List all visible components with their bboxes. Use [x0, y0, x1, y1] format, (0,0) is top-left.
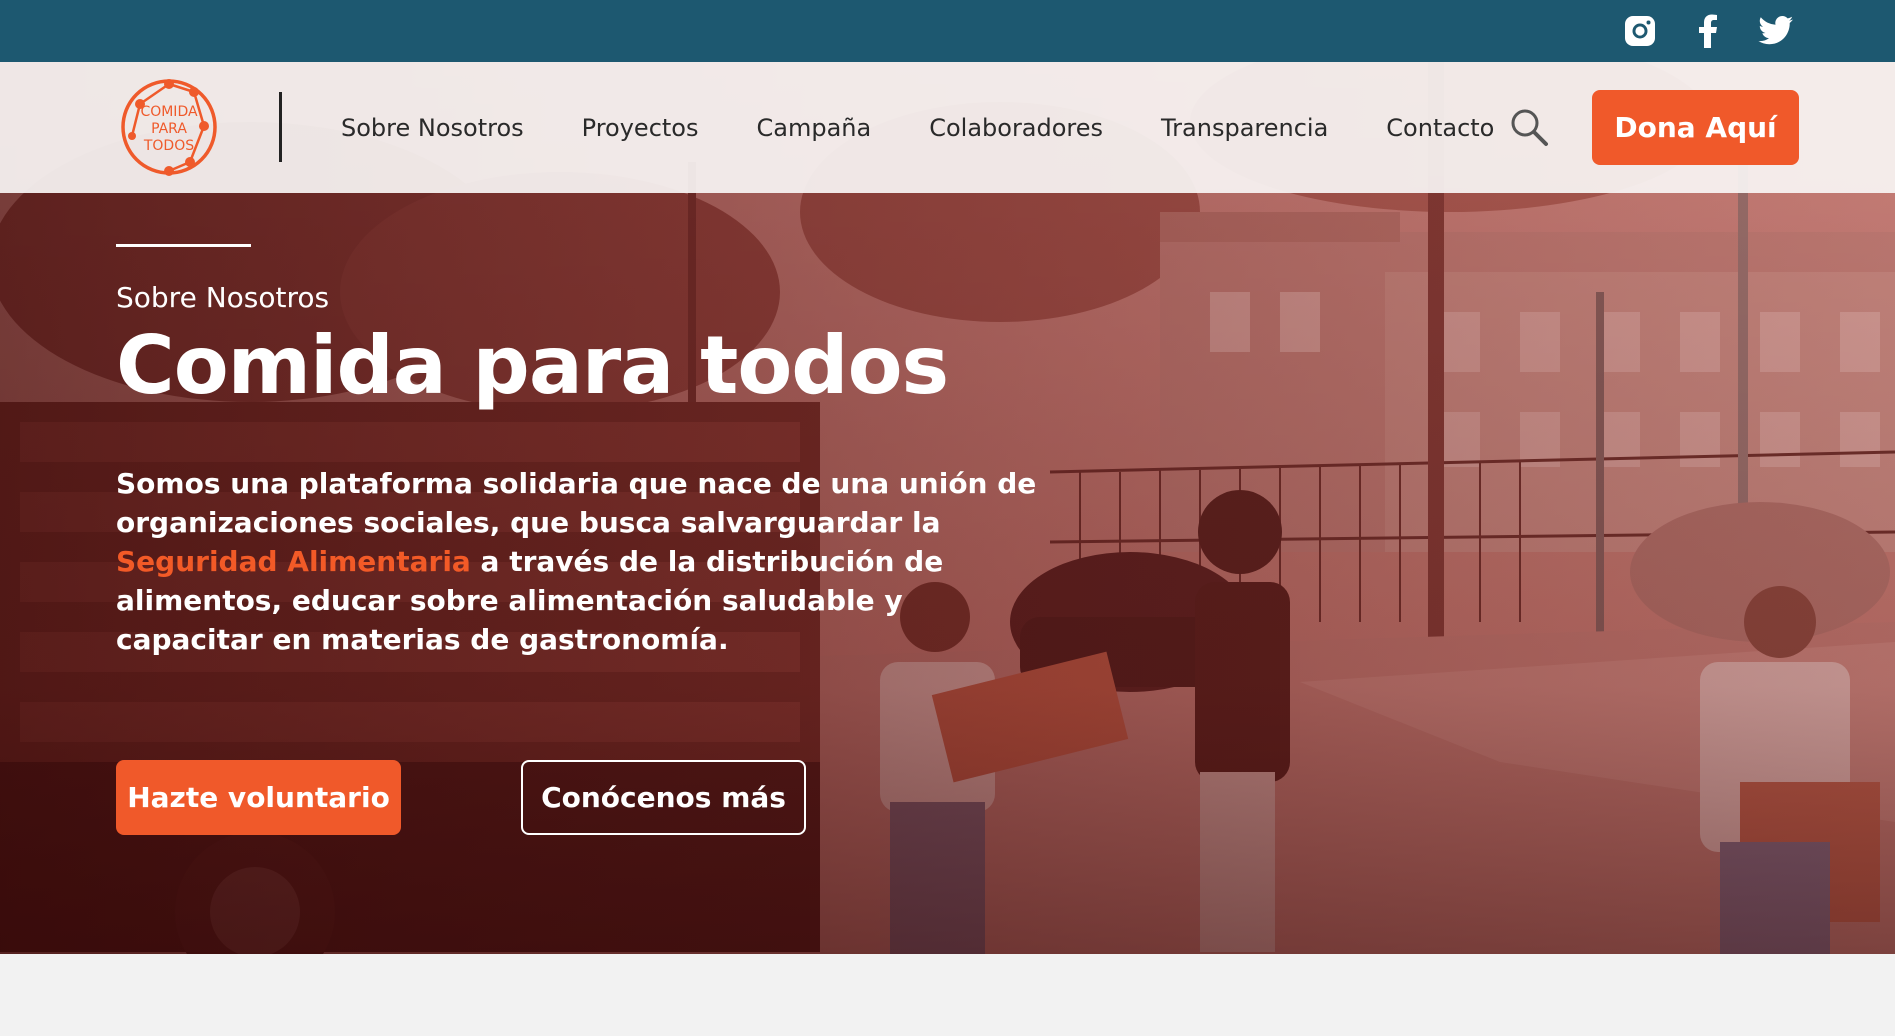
svg-text:TODOS: TODOS — [143, 138, 194, 154]
top-bar — [0, 0, 1895, 62]
social-links — [1621, 12, 1795, 50]
nav-item-colaboradores[interactable]: Colaboradores — [929, 114, 1103, 142]
nav-item-contacto[interactable]: Contacto — [1386, 114, 1494, 142]
donate-button[interactable]: Dona Aquí — [1592, 90, 1799, 165]
facebook-icon[interactable] — [1689, 12, 1727, 50]
accent-line — [116, 244, 251, 247]
hero-eyebrow: Sobre Nosotros — [116, 281, 330, 314]
main-navbar: COMIDA PARA TODOS Sobre Nosotros Proyect… — [0, 62, 1895, 193]
volunteer-button[interactable]: Hazte voluntario — [116, 760, 401, 835]
nav-divider — [279, 92, 282, 162]
svg-text:COMIDA: COMIDA — [140, 104, 198, 120]
learn-more-button[interactable]: Conócenos más — [521, 760, 806, 835]
page-below-hero — [0, 954, 1895, 1036]
hero-title: Comida para todos — [116, 319, 949, 412]
hero-content: Sobre Nosotros Comida para todos Somos u… — [116, 244, 1076, 659]
nav-item-sobre-nosotros[interactable]: Sobre Nosotros — [341, 114, 524, 142]
hero-description-text: Somos una plataforma solidaria que nace … — [116, 467, 1037, 539]
search-icon[interactable] — [1508, 106, 1550, 148]
nav-item-transparencia[interactable]: Transparencia — [1161, 114, 1328, 142]
svg-text:PARA: PARA — [151, 121, 187, 137]
twitter-icon[interactable] — [1757, 12, 1795, 50]
seguridad-alimentaria-link[interactable]: Seguridad Alimentaria — [116, 545, 471, 578]
nav-menu: Sobre Nosotros Proyectos Campaña Colabor… — [341, 62, 1552, 193]
comida-para-todos-logo[interactable]: COMIDA PARA TODOS — [118, 76, 220, 178]
nav-item-proyectos[interactable]: Proyectos — [582, 114, 699, 142]
instagram-icon[interactable] — [1621, 12, 1659, 50]
nav-item-campana[interactable]: Campaña — [757, 114, 872, 142]
hero-description: Somos una plataforma solidaria que nace … — [116, 464, 1056, 659]
